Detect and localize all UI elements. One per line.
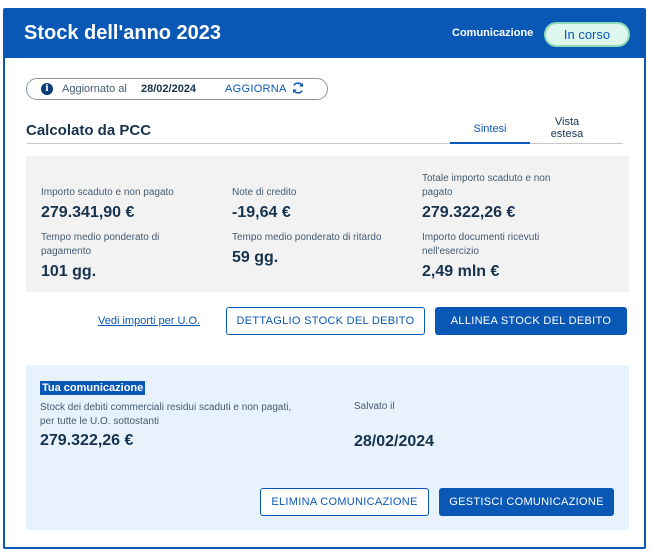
communication-title: Tua comunicazione: [40, 381, 146, 395]
dettaglio-stock-button[interactable]: DETTAGLIO STOCK DEL DEBITO: [226, 307, 425, 335]
metric-importo-documenti: Importo documenti ricevuti nell'esercizi…: [422, 231, 582, 281]
stock-card: Stock dell'anno 2023 Comunicazione In co…: [3, 8, 646, 549]
metric-value: 59 gg.: [232, 249, 279, 266]
metric-tempo-pagamento: Tempo medio ponderato di pagamento 101 g…: [41, 231, 191, 281]
metric-importo-scaduto: Importo scaduto e non pagato 279.341,90 …: [41, 186, 211, 222]
allinea-stock-button[interactable]: ALLINEA STOCK DEL DEBITO: [435, 307, 627, 335]
metric-label: Tempo medio ponderato di pagamento: [41, 232, 160, 257]
saved-label: Salvato il: [354, 401, 395, 412]
metric-label: Totale importo scaduto e non pagato: [422, 173, 551, 198]
tab-sintesi[interactable]: Sintesi: [450, 116, 530, 144]
summary-panel: Importo scaduto e non pagato 279.341,90 …: [26, 156, 629, 292]
metric-value: 279.322,26 €: [422, 204, 516, 221]
metric-totale-scaduto: Totale importo scaduto e non pagato 279.…: [422, 172, 582, 222]
tabs-divider: [27, 143, 450, 144]
gestisci-comunicazione-button[interactable]: GESTISCI COMUNICAZIONE: [439, 488, 614, 516]
card-header: Stock dell'anno 2023 Comunicazione In co…: [5, 10, 644, 58]
metric-label: Note di credito: [232, 187, 297, 198]
elimina-comunicazione-button[interactable]: ELIMINA COMUNICAZIONE: [260, 488, 429, 516]
metric-value: 101 gg.: [41, 263, 97, 280]
saved-date: 28/02/2024: [354, 433, 435, 450]
metric-value: -19,64 €: [232, 204, 291, 221]
status-badge: In corso: [544, 22, 630, 47]
metric-label: Importo scaduto e non pagato: [41, 187, 174, 198]
updated-date: 28/02/2024: [141, 83, 197, 95]
vedi-importi-link[interactable]: Vedi importi per U.O.: [98, 315, 200, 327]
metric-label: Tempo medio ponderato di ritardo: [232, 232, 382, 243]
stock-value: 279.322,26 €: [40, 432, 134, 449]
page-title: Stock dell'anno 2023: [24, 22, 222, 44]
metric-value: 279.341,90 €: [41, 204, 135, 221]
refresh-button[interactable]: AGGIORNA: [225, 83, 287, 95]
tab-vista-estesa[interactable]: Vista estesa: [542, 116, 592, 140]
communication-panel: Tua comunicazione Stock dei debiti comme…: [26, 365, 629, 530]
stock-label: Stock dei debiti commerciali residui sca…: [40, 402, 292, 427]
updated-label: Aggiornato al: [62, 83, 127, 95]
communication-label: Comunicazione: [452, 27, 534, 39]
section-title: Calcolato da PCC: [26, 122, 152, 139]
metric-tempo-ritardo: Tempo medio ponderato di ritardo 59 gg.: [232, 231, 382, 267]
metric-value: 2,49 mln €: [422, 263, 500, 280]
metric-label: Importo documenti ricevuti nell'esercizi…: [422, 232, 540, 257]
view-tabs: Sintesi Vista estesa: [450, 116, 623, 144]
metric-note-credito: Note di credito -19,64 €: [232, 186, 402, 222]
refresh-icon[interactable]: [291, 81, 305, 95]
info-icon: i: [41, 83, 53, 95]
update-bar: i Aggiornato al 28/02/2024 AGGIORNA: [26, 78, 328, 100]
